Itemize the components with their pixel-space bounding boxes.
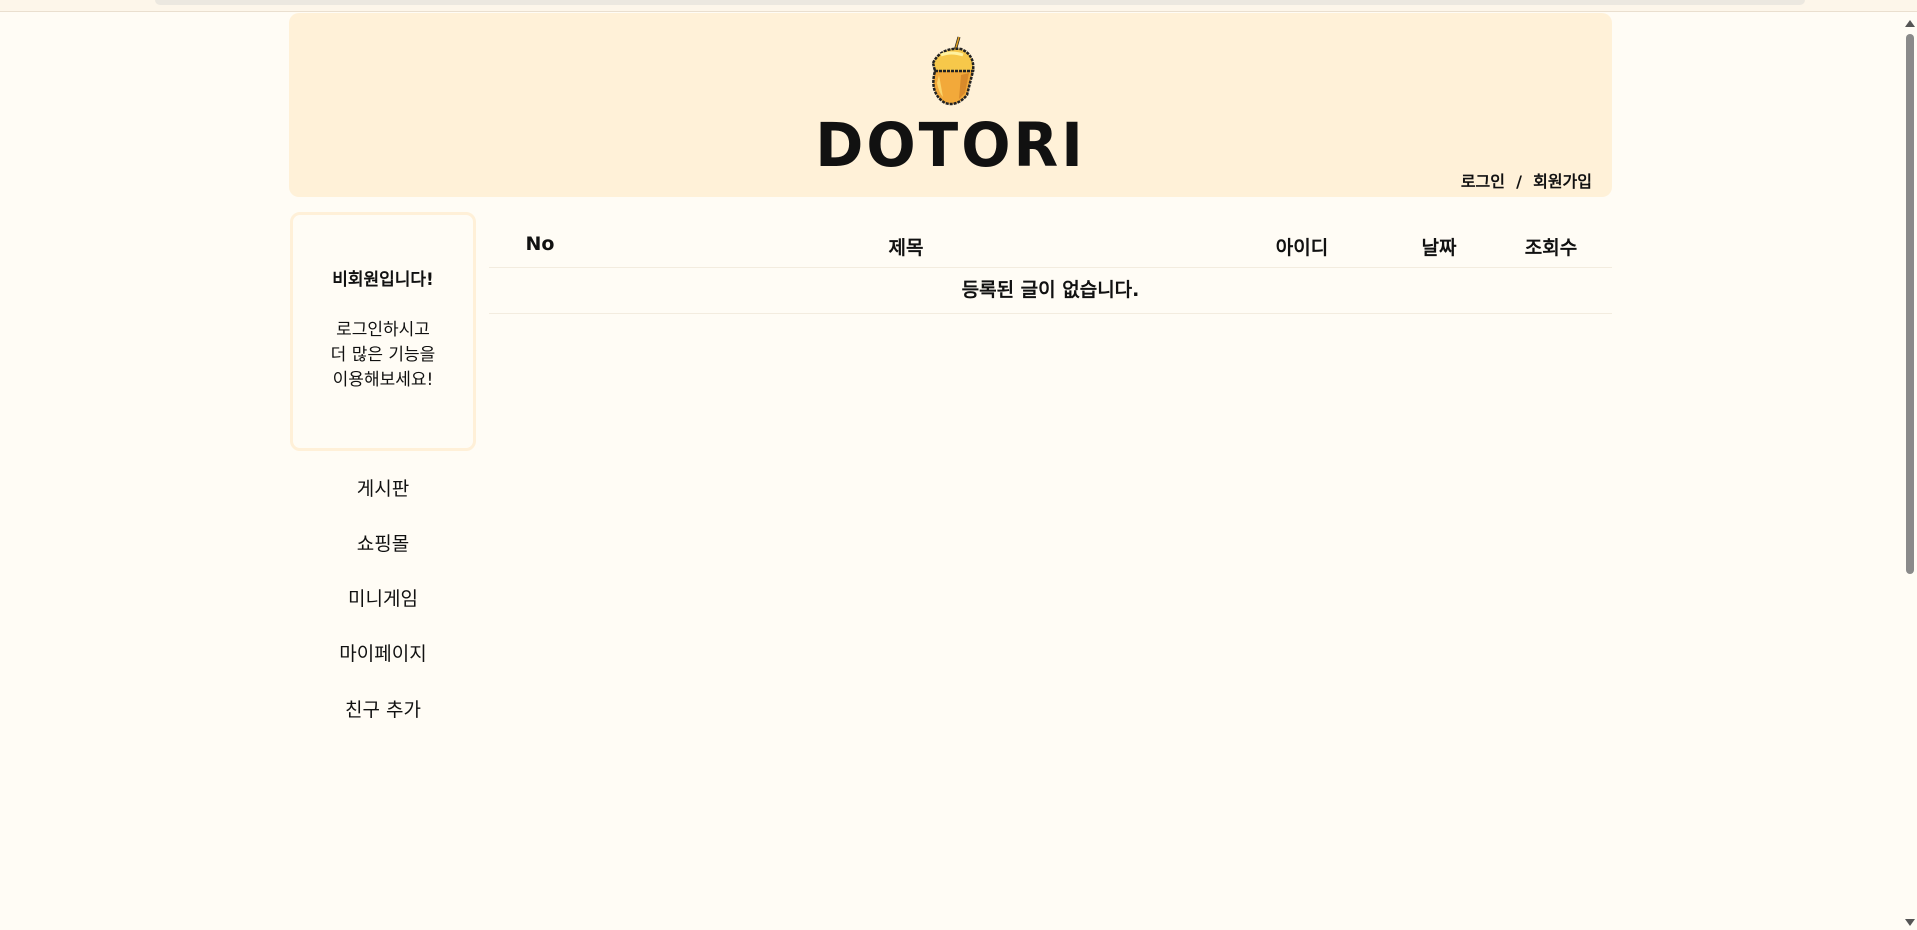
column-date: 날짜 (1421, 237, 1457, 259)
scroll-down-icon[interactable] (1905, 919, 1915, 926)
nav-my-page[interactable]: 마이페이지 (290, 639, 476, 666)
auth-links: 로그인 / 회원가입 (1461, 168, 1592, 192)
site-logo[interactable]: DOTORI (289, 109, 1612, 180)
table-header: No 제목 아이디 날짜 조회수 (489, 225, 1612, 268)
acorn-logo-icon[interactable] (921, 33, 981, 113)
nav-add-friend[interactable]: 친구 추가 (290, 695, 476, 722)
scrollbar-thumb[interactable] (1906, 34, 1914, 574)
browser-top-strip (0, 0, 1917, 12)
nav-board[interactable]: 게시판 (290, 474, 476, 501)
browser-bar (155, 0, 1805, 5)
auth-separator: / (1516, 172, 1522, 191)
guest-info-box: 비회원입니다! 로그인하시고 더 많은 기능을 이용해보세요! (290, 212, 476, 451)
column-views: 조회수 (1524, 237, 1578, 259)
empty-message: 등록된 글이 없습니다. (489, 268, 1612, 314)
post-table: No 제목 아이디 날짜 조회수 등록된 글이 없습니다. (489, 225, 1612, 314)
login-link[interactable]: 로그인 (1461, 172, 1505, 191)
nav-shopping-mall[interactable]: 쇼핑몰 (290, 529, 476, 556)
scrollbar[interactable] (1902, 12, 1917, 930)
column-id: 아이디 (1275, 237, 1329, 259)
signup-link[interactable]: 회원가입 (1533, 172, 1592, 191)
column-no: No (525, 233, 555, 255)
site-header: DOTORI 로그인 / 회원가입 (289, 13, 1612, 197)
nav-mini-game[interactable]: 미니게임 (290, 584, 476, 611)
guest-message: 로그인하시고 더 많은 기능을 이용해보세요! (330, 320, 436, 390)
guest-title: 비회원입니다! (332, 270, 434, 290)
scroll-up-icon[interactable] (1905, 20, 1915, 27)
column-title: 제목 (888, 237, 924, 259)
